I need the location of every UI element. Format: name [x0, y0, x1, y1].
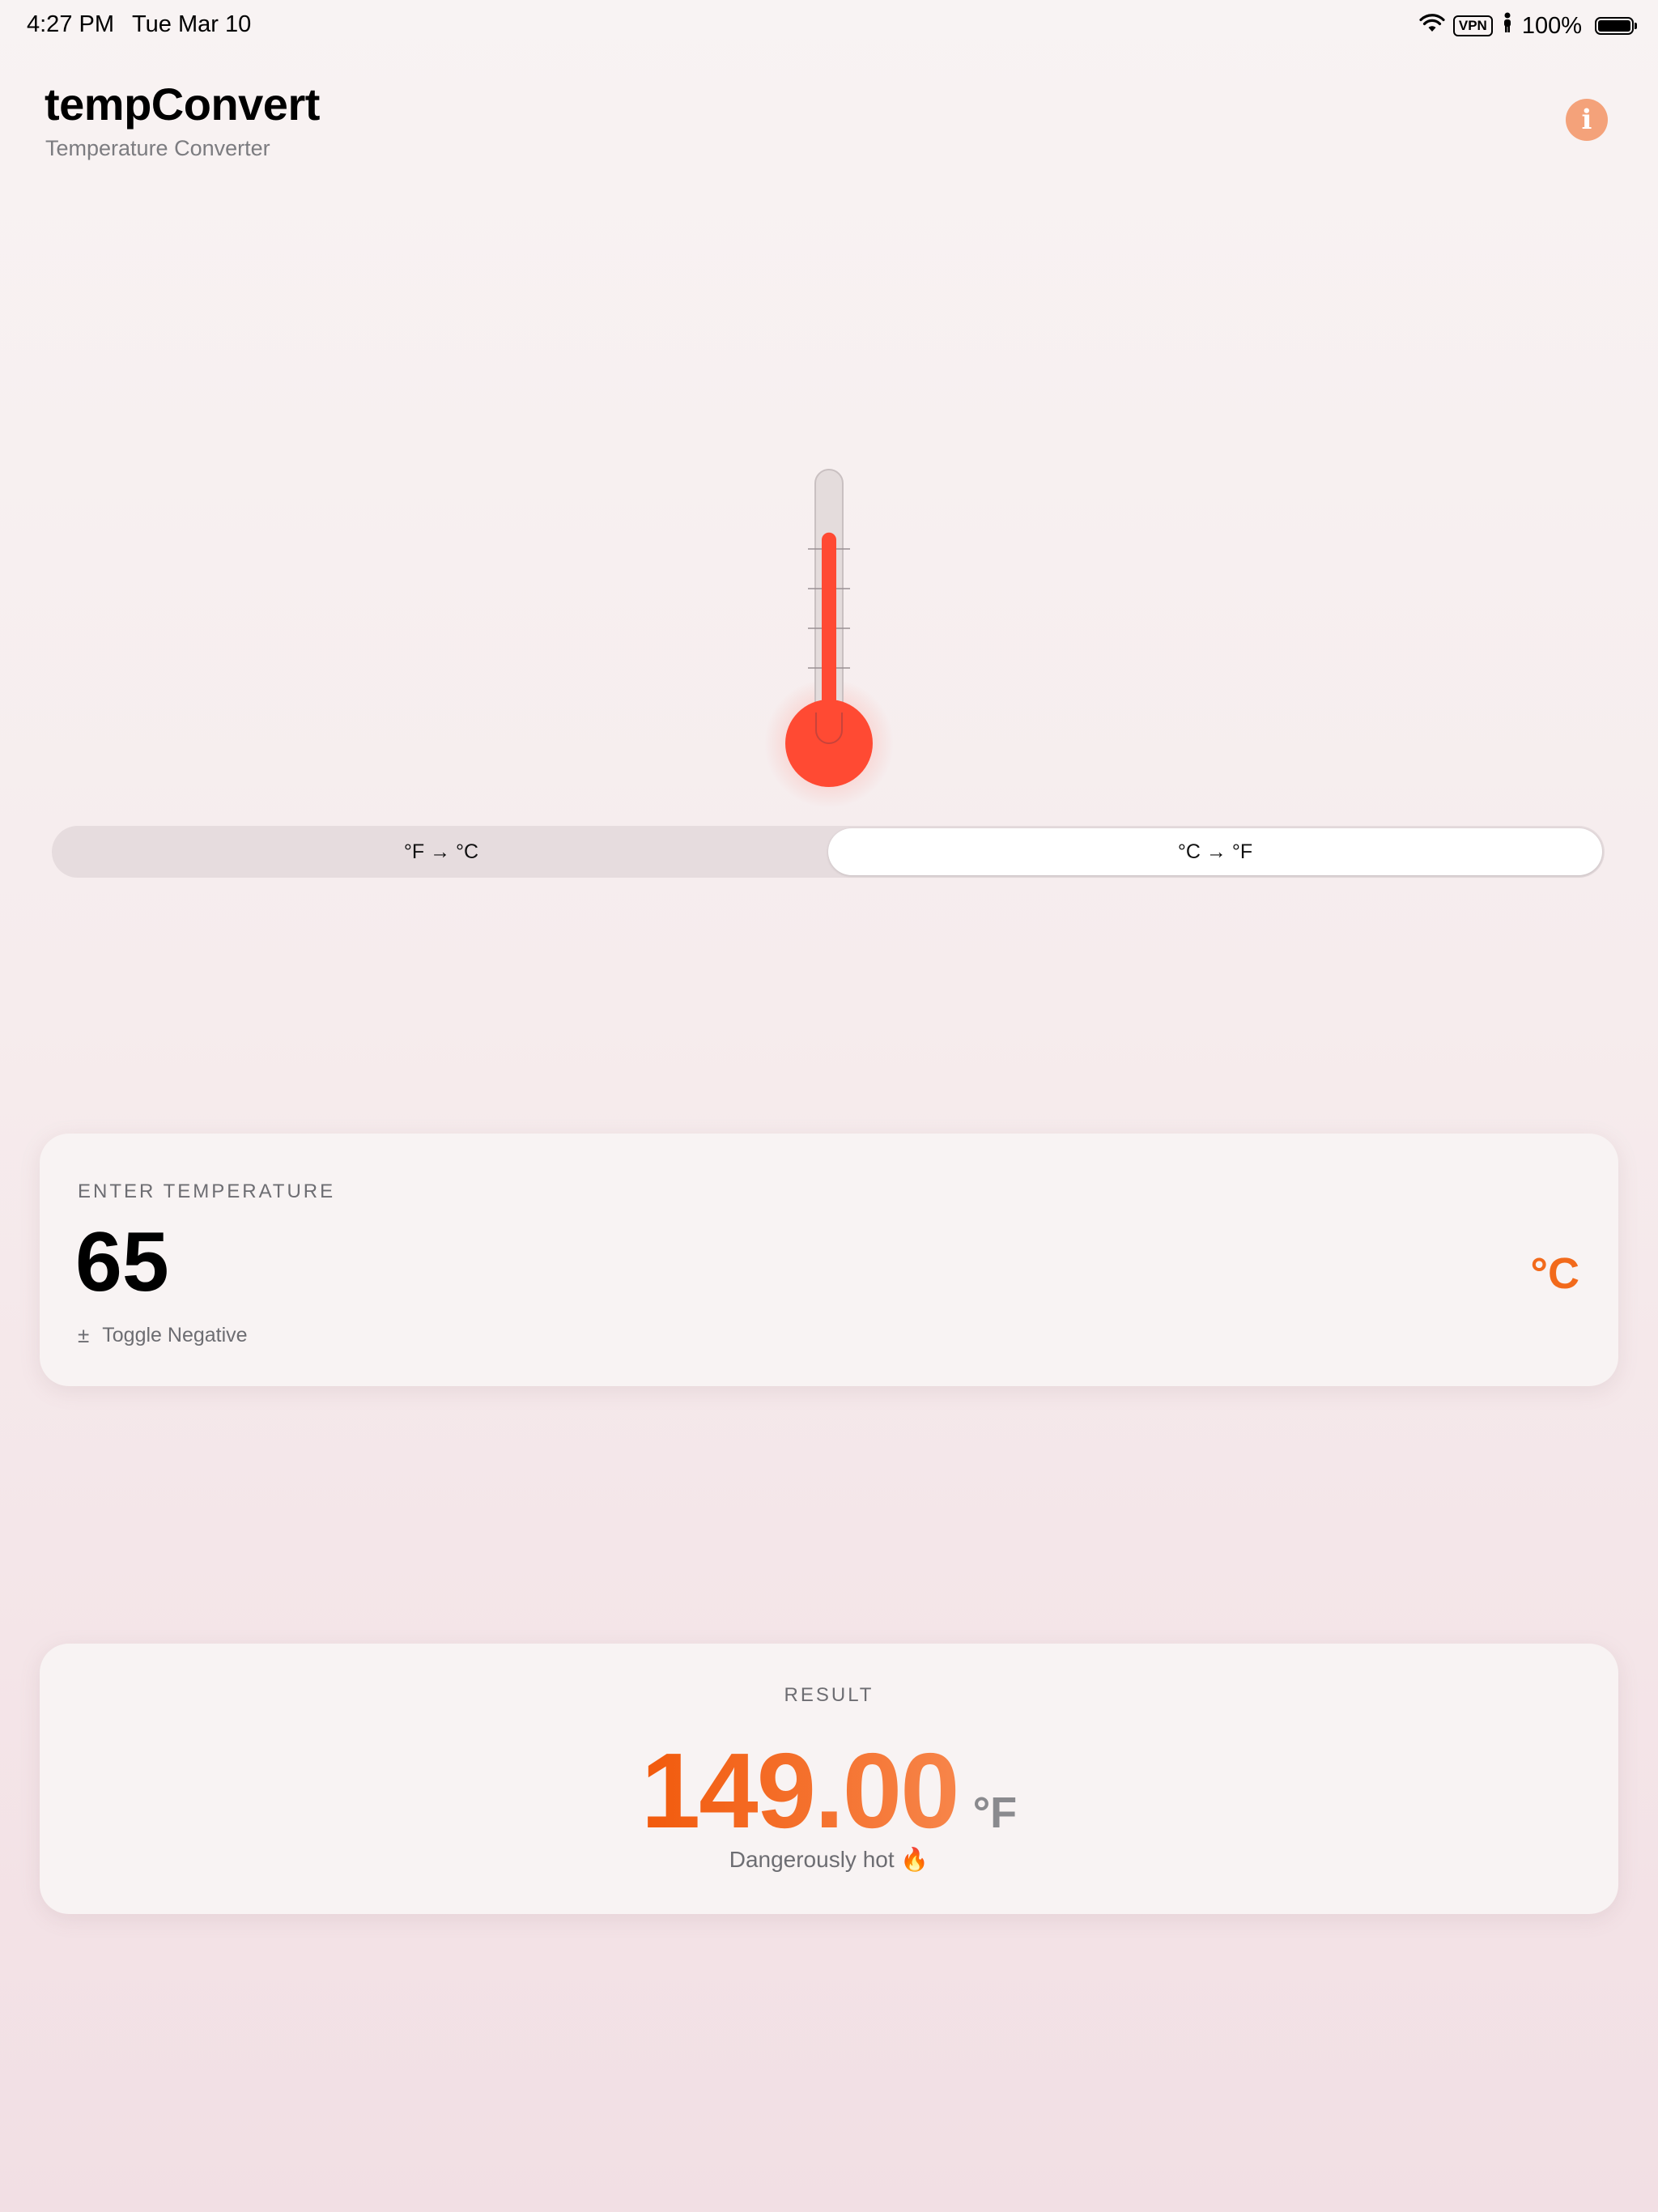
plus-minus-icon: ±: [78, 1323, 90, 1347]
toggle-negative-button[interactable]: ± Toggle Negative: [78, 1323, 248, 1348]
app-subtitle: Temperature Converter: [45, 136, 270, 160]
battery-icon: [1595, 17, 1637, 35]
info-button[interactable]: i: [1566, 99, 1608, 141]
status-left: 4:27 PM Tue Mar 10: [27, 11, 251, 38]
battery-percent: 100%: [1521, 12, 1582, 39]
input-label: ENTER TEMPERATURE: [78, 1180, 336, 1202]
result-row: 149.00 °F: [40, 1729, 1618, 1852]
status-right: VPN 100%: [1419, 10, 1637, 42]
conversion-mode-control: °F → °C °C → °F: [52, 826, 1605, 878]
toggle-negative-label: Toggle Negative: [102, 1324, 248, 1346]
status-date: Tue Mar 10: [132, 11, 252, 37]
result-value: 149.00: [640, 1731, 960, 1850]
status-time: 4:27 PM: [27, 11, 114, 37]
temperature-input[interactable]: [75, 1214, 1209, 1311]
mode-c-to-f[interactable]: °C → °F: [828, 828, 1602, 875]
app-title: tempConvert: [45, 79, 320, 130]
result-label: RESULT: [784, 1684, 874, 1706]
wifi-icon: [1419, 13, 1445, 40]
input-unit: °C: [1530, 1249, 1579, 1298]
result-card: RESULT 149.00 °F Dangerously hot 🔥: [40, 1644, 1618, 1914]
result-description: Dangerously hot 🔥: [729, 1847, 929, 1872]
thermometer: [748, 453, 910, 810]
mode-f-to-c[interactable]: °F → °C: [54, 828, 828, 875]
info-icon: i: [1581, 104, 1592, 136]
person-icon: [1501, 12, 1514, 40]
vpn-badge: VPN: [1452, 15, 1493, 36]
input-card: ENTER TEMPERATURE °C ± Toggle Negative: [40, 1134, 1618, 1386]
status-bar: 4:27 PM Tue Mar 10 VPN 100%: [0, 0, 1658, 52]
result-unit: °F: [972, 1789, 1018, 1837]
